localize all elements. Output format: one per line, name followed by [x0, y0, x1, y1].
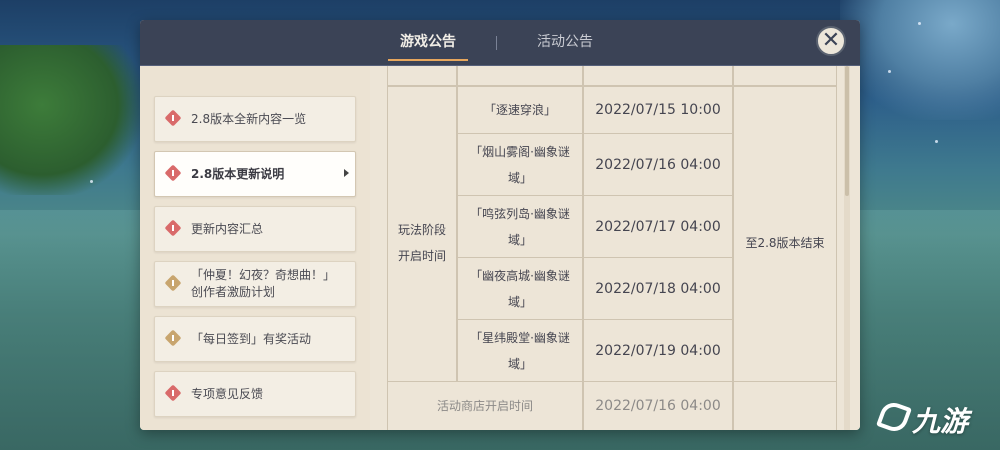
event-icon — [164, 329, 182, 347]
background-rock — [840, 0, 1000, 120]
star — [935, 140, 938, 143]
table-row-time: 2022/07/18 04:00 — [583, 257, 733, 320]
star — [918, 22, 921, 25]
sidebar-item-label: 更新内容汇总 — [191, 221, 264, 236]
announcement-content: 玩法阶段 开启时间 「逐速穿浪」 2022/07/15 10:00 「烟山雾阁·… — [370, 66, 860, 430]
close-icon[interactable]: ✕ — [816, 26, 846, 56]
table-shop-label: 活动商店开启时间 — [387, 381, 583, 430]
table-row-name: 「星纬殿堂·幽象谜 域」 — [457, 319, 583, 382]
table-row-time: 2022/07/19 04:00 — [583, 319, 733, 382]
alert-icon — [164, 164, 182, 182]
announcement-list: 2.8版本全新内容一览 2.8版本更新说明 更新内容汇总 「仲夏！幻夜？奇想曲！… — [140, 66, 370, 430]
star — [888, 70, 891, 73]
table-cell — [733, 381, 837, 430]
sidebar-item-creator-program[interactable]: 「仲夏！幻夜？奇想曲！」 创作者激励计划 — [154, 261, 356, 307]
table-row-time: 2022/07/15 10:00 — [583, 86, 733, 134]
table-cell — [457, 66, 583, 86]
table-shop-time: 2022/07/16 04:00 — [583, 381, 733, 430]
table-row-name: 「烟山雾阁·幽象谜 域」 — [457, 133, 583, 196]
announcement-dialog: 游戏公告 活动公告 ✕ 2.8版本全新内容一览 2.8版本更新说明 更新内容汇总… — [140, 20, 860, 430]
background-island — [0, 45, 140, 195]
table-group-label: 玩法阶段 开启时间 — [387, 86, 457, 400]
sidebar-item-update-summary[interactable]: 更新内容汇总 — [154, 206, 356, 252]
table-row-time: 2022/07/17 04:00 — [583, 195, 733, 258]
sidebar-item-label: 「每日签到」有奖活动 — [191, 331, 312, 346]
table-row-name: 「逐速穿浪」 — [457, 86, 583, 134]
table-row-name: 「鸣弦列岛·幽象谜 域」 — [457, 195, 583, 258]
sidebar-item-feedback[interactable]: 专项意见反馈 — [154, 371, 356, 417]
sidebar-item-label: 2.8版本更新说明 — [191, 166, 285, 181]
dialog-header: 游戏公告 活动公告 ✕ — [140, 20, 860, 66]
sidebar-item-label: 专项意见反馈 — [191, 386, 264, 401]
watermark-text: 九游 — [912, 405, 969, 438]
table-row-name: 「幽夜高城·幽象谜 域」 — [457, 257, 583, 320]
alert-icon — [164, 219, 182, 237]
alert-icon — [164, 109, 182, 127]
table-cell — [583, 66, 733, 86]
sidebar-item-label: 2.8版本全新内容一览 — [191, 111, 307, 126]
table-end-label: 至2.8版本结束 — [733, 86, 837, 400]
active-tab-indicator — [388, 59, 468, 61]
table-cell — [733, 66, 837, 86]
scrollbar-thumb[interactable] — [845, 66, 849, 196]
table-row-time: 2022/07/16 04:00 — [583, 133, 733, 196]
sidebar-item-update-notes[interactable]: 2.8版本更新说明 — [154, 151, 356, 197]
sidebar-item-label: 「仲夏！幻夜？奇想曲！」 创作者激励计划 — [191, 268, 336, 299]
tab-event-announcements[interactable]: 活动公告 — [525, 20, 605, 65]
table-cell — [387, 66, 457, 86]
sidebar-item-new-content[interactable]: 2.8版本全新内容一览 — [154, 96, 356, 142]
star — [90, 180, 93, 183]
event-icon — [164, 274, 182, 292]
chevron-right-icon — [344, 169, 349, 177]
tab-divider — [496, 36, 497, 50]
sidebar-item-daily-checkin[interactable]: 「每日签到」有奖活动 — [154, 316, 356, 362]
alert-icon — [164, 384, 182, 402]
